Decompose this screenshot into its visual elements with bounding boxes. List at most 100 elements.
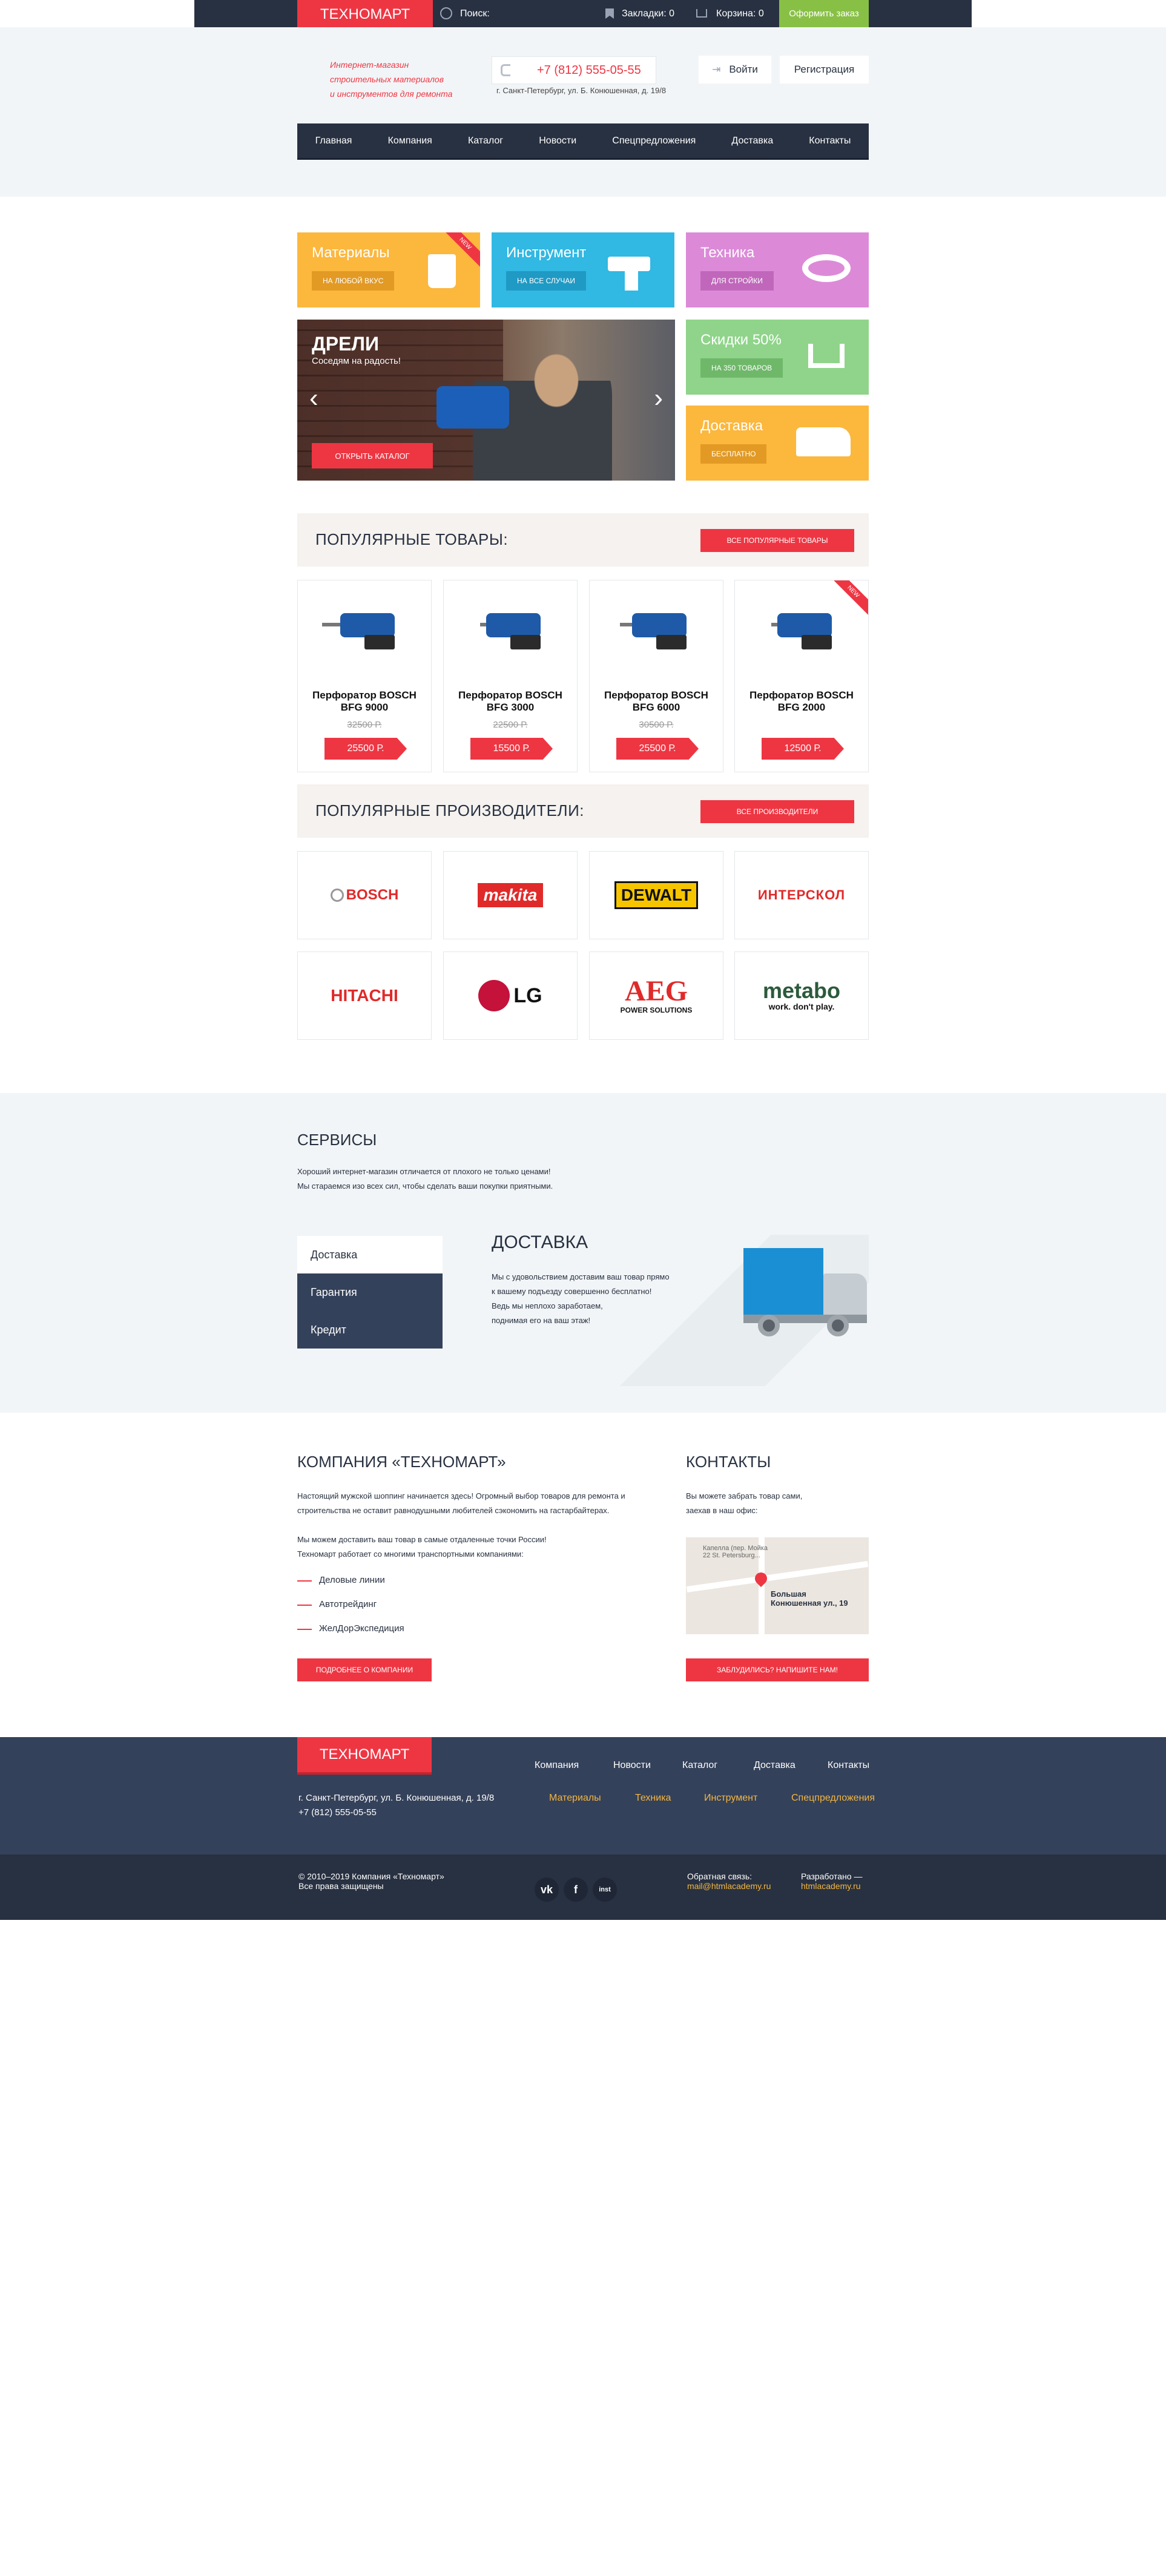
logo[interactable]: ТЕХНОМАРТ [297, 0, 433, 30]
price-button[interactable]: 12500 Р. [762, 738, 844, 760]
tile-title: Техника [700, 245, 755, 261]
footer-nav-delivery[interactable]: Доставка [754, 1760, 795, 1771]
tile-tech[interactable]: Техника ДЛЯ СТРОЙКИ [686, 232, 869, 307]
tile-tools[interactable]: Инструмент НА ВСЕ СЛУЧАИ [492, 232, 674, 307]
map-top-label: Капелла (пер. Мойка 22 St. Petersburg... [703, 1545, 768, 1559]
open-catalog-button[interactable]: ОТКРЫТЬ КАТАЛОГ [312, 443, 433, 468]
tile-button[interactable]: НА 350 ТОВАРОВ [700, 358, 783, 378]
company-line: Настоящий мужской шоппинг начинается зде… [297, 1491, 625, 1500]
facebook-icon[interactable]: f [564, 1878, 588, 1902]
footer-nav-tools[interactable]: Инструмент [704, 1793, 757, 1804]
all-brands-button[interactable]: ВСЕ ПРОИЗВОДИТЕЛИ [700, 800, 854, 823]
login-button[interactable]: ⇥ Войти [699, 56, 771, 84]
footer-nav-materials[interactable]: Материалы [549, 1793, 601, 1804]
vk-icon[interactable]: vk [535, 1878, 559, 1902]
nav-item-catalog[interactable]: Каталог [468, 136, 503, 146]
old-price: 22500 Р. [493, 720, 528, 730]
product-card[interactable]: Перфоратор BOSCH BFG 2000 12500 Р. NEW [734, 580, 869, 772]
nav-item-offers[interactable]: Спецпредложения [612, 136, 696, 146]
footer-nav-catalog[interactable]: Каталог [682, 1760, 717, 1771]
brand-lg[interactable]: LG [443, 951, 578, 1040]
product-card[interactable]: Перфоратор BOSCH BFG 9000 32500 Р. 25500… [297, 580, 432, 772]
tile-button[interactable]: НА ЛЮБОЙ ВКУС [312, 271, 395, 291]
price-button[interactable]: 25500 Р. [324, 738, 407, 760]
product-name[interactable]: Перфоратор BOSCH BFG 6000 [590, 689, 723, 714]
slogan-line: и инструментов для ремонта [330, 89, 453, 99]
slider-title: ДРЕЛИ [312, 333, 379, 355]
tile-button[interactable]: НА ВСЕ СЛУЧАИ [506, 271, 587, 291]
developer-link[interactable]: htmlacademy.ru [801, 1881, 862, 1891]
services-line: Мы стараемся изо всех сил, чтобы сделать… [297, 1181, 553, 1191]
developer: Разработано — htmlacademy.ru [801, 1871, 862, 1891]
service-line: Ведь мы неплохо заработаем, [492, 1301, 603, 1310]
truck-cargo [743, 1248, 823, 1315]
product-name[interactable]: Перфоратор BOSCH BFG 3000 [444, 689, 577, 714]
truck-icon [796, 427, 851, 456]
map-top-line: Капелла (пер. Мойка [703, 1545, 768, 1552]
footer-nav-news[interactable]: Новости [613, 1760, 651, 1771]
write-us-button[interactable]: ЗАБЛУДИЛИСЬ? НАПИШИТЕ НАМ! [686, 1658, 869, 1681]
bookmarks-link[interactable]: Закладки: 0 [622, 0, 674, 27]
price-button[interactable]: 15500 Р. [470, 738, 553, 760]
nav-item-company[interactable]: Компания [388, 136, 432, 146]
product-name[interactable]: Перфоратор BOSCH BFG 2000 [735, 689, 868, 714]
cart-link[interactable]: Корзина: 0 [716, 0, 764, 27]
search-icon[interactable] [440, 7, 452, 19]
brand-interskol[interactable]: ИНТЕРСКОЛ [734, 851, 869, 939]
product-name[interactable]: Перфоратор BOSCH BFG 9000 [298, 689, 431, 714]
footer-nav-company[interactable]: Компания [535, 1760, 579, 1771]
brand-bosch[interactable]: BOSCH [297, 851, 432, 939]
tile-delivery[interactable]: Доставка БЕСПЛАТНО [686, 406, 869, 481]
brand-makita[interactable]: makita [443, 851, 578, 939]
service-line: Мы с удовольствием доставим ваш товар пр… [492, 1272, 670, 1281]
tile-discount[interactable]: Скидки 50% НА 350 ТОВАРОВ [686, 320, 869, 395]
contacts-map[interactable]: Капелла (пер. Мойка 22 St. Petersburg...… [686, 1537, 869, 1634]
slider-next-icon[interactable]: › [654, 385, 663, 412]
tab-credit[interactable]: Кредит [297, 1311, 443, 1349]
price-button[interactable]: 25500 Р. [616, 738, 699, 760]
slider-prev-icon[interactable]: ‹ [309, 385, 318, 412]
header [0, 27, 1166, 197]
slider-subtitle: Соседям на радость! [312, 356, 401, 366]
nav-item-home[interactable]: Главная [315, 136, 352, 146]
tile-materials[interactable]: Материалы НА ЛЮБОЙ ВКУС NEW [297, 232, 480, 307]
tab-warranty[interactable]: Гарантия [297, 1273, 443, 1311]
footer-nav-tech[interactable]: Техника [635, 1793, 671, 1804]
tab-delivery[interactable]: Доставка [297, 1236, 443, 1273]
tile-button[interactable]: БЕСПЛАТНО [700, 444, 767, 464]
tile-title: Скидки 50% [700, 332, 782, 348]
all-popular-button[interactable]: ВСЕ ПОПУЛЯРНЫЕ ТОВАРЫ [700, 529, 854, 552]
brand-aeg[interactable]: AEG POWER SOLUTIONS [589, 951, 723, 1040]
footer-nav-contacts[interactable]: Контакты [828, 1760, 869, 1771]
search-label[interactable]: Поиск: [460, 0, 490, 27]
product-card[interactable]: Перфоратор BOSCH BFG 6000 30500 Р. 25500… [589, 580, 723, 772]
hero-slider: ДРЕЛИ Соседям на радость! ‹ › ОТКРЫТЬ КА… [297, 320, 675, 481]
product-image [759, 605, 844, 653]
footer-logo[interactable]: ТЕХНОМАРТ [297, 1737, 432, 1775]
instagram-icon[interactable]: inst [593, 1878, 617, 1902]
feedback-label: Обратная связь: [687, 1871, 753, 1881]
footer-nav-offers[interactable]: Спецпредложения [791, 1793, 875, 1804]
feedback-email-link[interactable]: mail@htmlacademy.ru [687, 1881, 771, 1891]
main-nav: Главная Компания Каталог Новости Спецпре… [297, 123, 869, 160]
nav-item-contacts[interactable]: Контакты [809, 136, 851, 146]
company-list-item: Деловые линии [297, 1575, 385, 1585]
brand-metabo[interactable]: metabo work. don't play. [734, 951, 869, 1040]
register-button[interactable]: Регистрация [780, 56, 869, 84]
contacts-line: Вы можете забрать товар сами, [686, 1491, 803, 1500]
paint-bucket-icon [428, 254, 456, 288]
brand-name: DEWALT [614, 881, 699, 909]
brand-hitachi[interactable]: HITACHI [297, 951, 432, 1040]
nav-item-delivery[interactable]: Доставка [731, 136, 773, 146]
tile-button[interactable]: ДЛЯ СТРОЙКИ [700, 271, 774, 291]
order-button[interactable]: Оформить заказ [779, 0, 869, 27]
brand-tagline: work. don't play. [768, 1002, 835, 1011]
nav-item-news[interactable]: Новости [539, 136, 576, 146]
brand-name: metabo [762, 978, 841, 1003]
truck-wheel [827, 1315, 849, 1336]
map-address-line: Конюшенная ул., 19 [771, 1598, 848, 1608]
product-card[interactable]: Перфоратор BOSCH BFG 3000 22500 Р. 15500… [443, 580, 578, 772]
brand-dewalt[interactable]: DEWALT [589, 851, 723, 939]
service-line: поднимая его на ваш этаж! [492, 1316, 591, 1325]
about-company-button[interactable]: ПОДРОБНЕЕ О КОМПАНИИ [297, 1658, 432, 1681]
